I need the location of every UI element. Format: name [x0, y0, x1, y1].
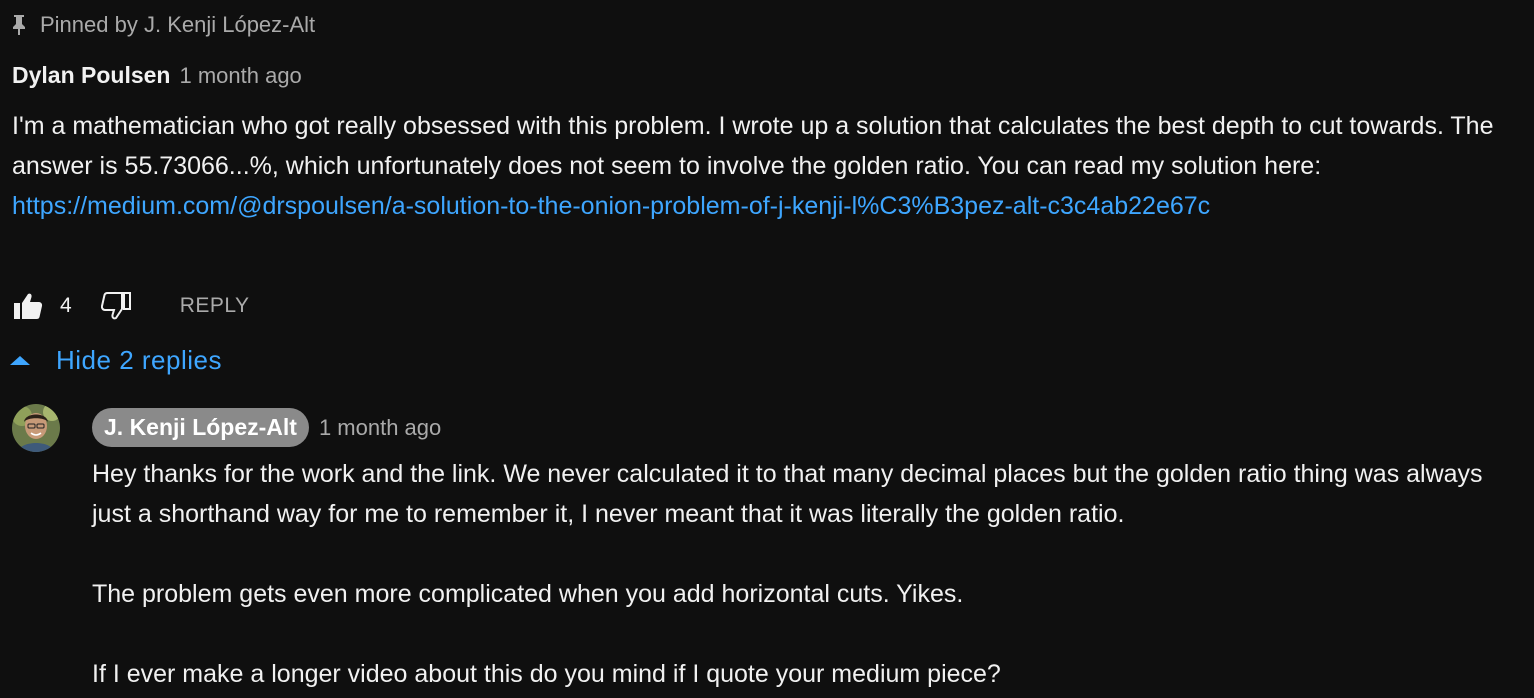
reply-text: Hey thanks for the work and the link. We… — [92, 454, 1522, 694]
reply-time[interactable]: 1 month ago — [319, 415, 441, 441]
comment-link[interactable]: https://medium.com/@drspoulsen/a-solutio… — [12, 186, 1522, 226]
reply-paragraph-3: If I ever make a longer video about this… — [92, 660, 1001, 688]
comment-header: Dylan Poulsen 1 month ago — [12, 62, 302, 89]
avatar[interactable] — [12, 404, 60, 452]
comment-actions: 4 REPLY — [12, 286, 250, 326]
comment-thread: Pinned by J. Kenji López-Alt Dylan Pouls… — [0, 0, 1534, 698]
comment-text: I'm a mathematician who got really obses… — [12, 106, 1522, 226]
pin-icon — [12, 14, 26, 36]
reply-button[interactable]: REPLY — [180, 294, 250, 318]
like-icon[interactable] — [12, 290, 44, 322]
reply-paragraph-2: The problem gets even more complicated w… — [92, 580, 964, 608]
pinned-indicator: Pinned by J. Kenji López-Alt — [12, 12, 315, 38]
like-count: 4 — [60, 294, 72, 317]
pinned-label: Pinned by J. Kenji López-Alt — [40, 12, 316, 37]
caret-up-icon — [10, 356, 30, 365]
dislike-icon[interactable] — [100, 290, 132, 322]
comment-time[interactable]: 1 month ago — [179, 63, 301, 89]
hide-replies-button[interactable]: Hide 2 replies — [10, 345, 222, 376]
hide-replies-label: Hide 2 replies — [56, 345, 222, 375]
comment-text-body: I'm a mathematician who got really obses… — [12, 112, 1494, 180]
reply-paragraph-1: Hey thanks for the work and the link. We… — [92, 460, 1483, 528]
reply-header: J. Kenji López-Alt 1 month ago — [92, 408, 441, 447]
reply-author-badge[interactable]: J. Kenji López-Alt — [92, 408, 309, 447]
comment-author[interactable]: Dylan Poulsen — [12, 62, 170, 89]
